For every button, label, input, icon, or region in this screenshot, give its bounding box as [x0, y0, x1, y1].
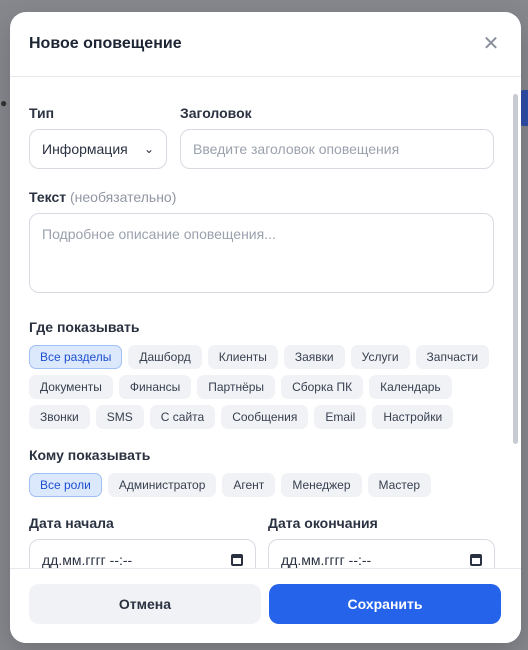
where-chip[interactable]: Заявки [283, 345, 345, 369]
where-chip[interactable]: Услуги [350, 345, 410, 369]
where-chip[interactable]: С сайта [149, 405, 216, 429]
modal-body[interactable]: Тип Информация ⌄ Заголовок Введите загол… [10, 77, 521, 569]
where-section: Где показывать Все разделы Дашборд Клиенты… [29, 319, 499, 429]
title-label: Заголовок [180, 105, 252, 121]
calendar-icon[interactable] [231, 554, 243, 566]
save-button[interactable]: Сохранить [269, 584, 501, 624]
type-field: Тип Информация ⌄ [29, 105, 167, 169]
start-date-field: Дата начала дд.мм.гггг --:-- [29, 515, 256, 569]
who-label: Кому показывать [29, 447, 151, 463]
close-icon[interactable]: ✕ [479, 32, 503, 56]
who-chip[interactable]: Все роли [29, 473, 102, 497]
start-date-input[interactable]: дд.мм.гггг --:-- [29, 539, 256, 569]
text-optional: (необязательно) [70, 189, 177, 205]
text-field: Текст (необязательно) Подробное описание… [29, 189, 494, 293]
where-chip[interactable]: Документы [29, 375, 113, 399]
where-chips: Все разделы Дашборд Клиенты Заявки Услуги Зап… [29, 345, 499, 429]
text-textarea[interactable]: Подробное описание оповещения... [29, 213, 494, 293]
title-field: Заголовок Введите заголовок оповещения [180, 105, 494, 169]
background-icon: ● [0, 96, 8, 110]
who-chip[interactable]: Мастер [367, 473, 432, 497]
text-label: Текст (необязательно) [29, 189, 494, 205]
new-notification-modal: Новое оповещение ✕ Тип Информация ⌄ Заго… [10, 12, 521, 643]
type-label: Тип [29, 105, 55, 121]
cancel-button[interactable]: Отмена [29, 584, 261, 624]
chevron-down-icon: ⌄ [143, 142, 154, 156]
where-chip[interactable]: Клиенты [207, 345, 278, 369]
who-chips: Все роли Администратор Агент Менеджер Мастер [29, 473, 499, 497]
type-select[interactable]: Информация ⌄ [29, 129, 167, 169]
calendar-icon[interactable] [470, 554, 482, 566]
title-placeholder: Введите заголовок оповещения [193, 141, 400, 157]
where-chip[interactable]: Звонки [29, 405, 90, 429]
where-label: Где показывать [29, 319, 140, 335]
where-chip[interactable]: Сообщения [221, 405, 309, 429]
where-chip[interactable]: Все разделы [29, 345, 123, 369]
start-date-label: Дата начала [29, 515, 114, 531]
who-section: Кому показывать Все роли Администратор Аге… [29, 447, 499, 497]
who-chip[interactable]: Агент [222, 473, 276, 497]
text-placeholder: Подробное описание оповещения... [42, 226, 276, 242]
title-input[interactable]: Введите заголовок оповещения [180, 129, 494, 169]
end-date-value: дд.мм.гггг --:-- [281, 552, 372, 568]
modal-header: Новое оповещение ✕ [10, 12, 521, 77]
modal-title: Новое оповещение [29, 35, 182, 52]
where-chip[interactable]: Запчасти [415, 345, 490, 369]
type-value: Информация [42, 141, 128, 157]
end-date-label: Дата окончания [268, 515, 378, 531]
where-chip[interactable]: Email [314, 405, 367, 429]
start-date-value: дд.мм.гггг --:-- [42, 552, 133, 568]
who-chip[interactable]: Менеджер [281, 473, 362, 497]
modal-footer: Отмена Сохранить [10, 568, 521, 643]
where-chip[interactable]: Финансы [118, 375, 192, 399]
end-date-field: Дата окончания дд.мм.гггг --:-- [268, 515, 495, 569]
where-chip[interactable]: Настройки [372, 405, 454, 429]
scrollbar[interactable] [513, 94, 518, 444]
who-chip[interactable]: Администратор [107, 473, 217, 497]
where-chip[interactable]: Дашборд [128, 345, 202, 369]
where-chip[interactable]: SMS [95, 405, 144, 429]
where-chip[interactable]: Партнёры [197, 375, 276, 399]
where-chip[interactable]: Сборка ПК [281, 375, 364, 399]
where-chip[interactable]: Календарь [369, 375, 452, 399]
text-label-main: Текст [29, 189, 67, 205]
end-date-input[interactable]: дд.мм.гггг --:-- [268, 539, 495, 569]
